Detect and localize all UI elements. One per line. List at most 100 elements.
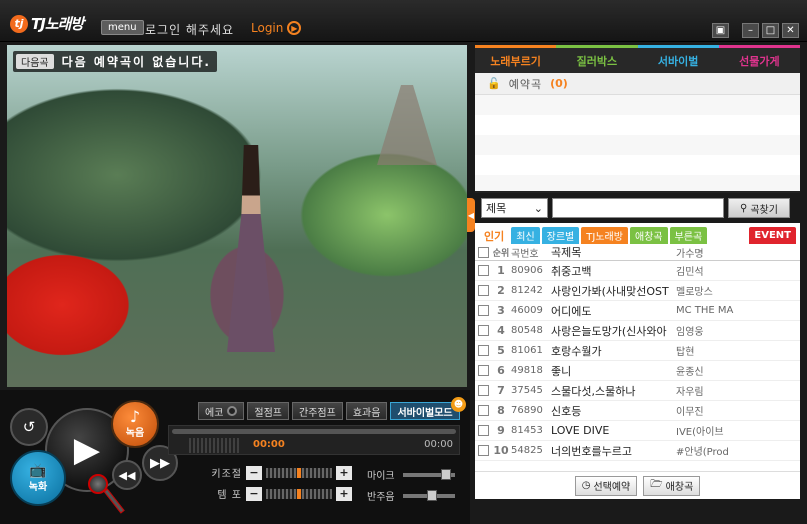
echo-label: 에코 xyxy=(205,407,224,419)
key-decrease-button[interactable]: − xyxy=(246,465,262,480)
song-checkbox[interactable] xyxy=(475,265,491,276)
record-button[interactable]: ♪ 녹음 xyxy=(111,400,159,448)
song-title[interactable]: 좋니 xyxy=(551,363,674,379)
echo-button[interactable]: 에코 xyxy=(198,402,245,420)
progress-bar[interactable] xyxy=(172,429,456,434)
close-icon[interactable]: ✕ xyxy=(782,23,799,38)
song-row[interactable]: 4 80548 사랑은늘도망가(신사와아 임영웅 xyxy=(475,321,800,341)
search-input[interactable] xyxy=(552,198,724,218)
song-number: 81453 xyxy=(511,425,543,436)
music-note-icon: ♪ xyxy=(129,407,141,426)
tempo-decrease-button[interactable]: − xyxy=(246,486,262,501)
song-title[interactable]: 취중고백 xyxy=(551,263,674,279)
song-checkbox[interactable] xyxy=(475,425,491,436)
play-icon: ▶ xyxy=(73,430,101,470)
tempo-increase-button[interactable]: + xyxy=(336,486,352,501)
song-title[interactable]: 사랑은늘도망가(신사와아 xyxy=(551,323,674,339)
menu-button[interactable]: menu xyxy=(101,20,144,35)
app-logo: tj TJ노래방 xyxy=(10,13,84,34)
mic-volume-knob[interactable] xyxy=(440,468,451,480)
tab-jilleo-box[interactable]: 질러박스 xyxy=(556,45,638,73)
reserve-button[interactable]: ◷ 선택예약 xyxy=(574,475,638,496)
fullscreen-icon[interactable]: ▣ xyxy=(712,23,729,38)
song-row[interactable]: 7 37545 스물다섯,스물하나 자우림 xyxy=(475,381,800,401)
video-record-button[interactable]: 📺 녹화 xyxy=(10,450,66,506)
echo-toggle-icon xyxy=(227,406,238,416)
song-rank: 10 xyxy=(493,444,509,457)
unlock-icon[interactable]: 🔓 xyxy=(487,77,501,90)
song-rank: 9 xyxy=(497,424,505,437)
playback-controls: ↺ ▶ ♪ 녹음 📺 녹화 ◀◀ ▶▶ 에코 절점프 간주점프 효과음 서바이벌… xyxy=(0,390,470,524)
song-row[interactable]: 6 49818 좋니 윤종신 xyxy=(475,361,800,381)
accompaniment-volume-knob[interactable] xyxy=(426,489,437,501)
filter-popular[interactable]: 인기 xyxy=(479,227,510,244)
undo-icon[interactable]: ↺ xyxy=(10,408,48,446)
minimize-icon[interactable]: – xyxy=(742,23,759,38)
chevron-down-icon: ⌄ xyxy=(533,201,543,215)
song-checkbox[interactable] xyxy=(475,385,491,396)
maximize-icon[interactable]: □ xyxy=(762,23,779,38)
add-favorite-button[interactable]: 🗁 애창곡 xyxy=(643,475,701,496)
song-row[interactable]: 10 54825 너의번호를누르고 #안녕(Prod xyxy=(475,441,800,461)
tab-gift-shop[interactable]: 선물가게 xyxy=(718,45,800,73)
song-title[interactable]: 어디에도 xyxy=(551,303,674,319)
filter-sung[interactable]: 부른곡 xyxy=(669,227,708,244)
queue-list[interactable] xyxy=(475,95,800,193)
song-checkbox[interactable] xyxy=(475,445,491,456)
accompaniment-volume: 반주음 xyxy=(367,488,455,503)
filter-genre[interactable]: 장르별 xyxy=(541,227,580,244)
equalizer-visual xyxy=(189,438,239,453)
search-button[interactable]: ⚲ 곡찾기 xyxy=(728,198,790,218)
song-checkbox[interactable] xyxy=(475,325,491,336)
song-row[interactable]: 8 76890 신호등 이무진 xyxy=(475,401,800,421)
key-increase-button[interactable]: + xyxy=(336,465,352,480)
song-row[interactable]: 1 80906 취중고백 김민석 xyxy=(475,261,800,281)
total-time: 00:00 xyxy=(424,439,453,450)
song-row[interactable]: 5 81061 호랑수월가 탑현 xyxy=(475,341,800,361)
panel-toggle-handle[interactable]: ◀ xyxy=(467,198,475,232)
tab-sing[interactable]: 노래부르기 xyxy=(475,45,557,73)
song-rank: 3 xyxy=(497,304,505,317)
number-column-header: 곡번호 xyxy=(511,248,539,260)
song-checkbox[interactable] xyxy=(475,285,491,296)
survival-mode-button[interactable]: 서바이벌모드 xyxy=(390,402,460,420)
song-title[interactable]: LOVE DIVE xyxy=(551,424,674,437)
select-all-checkbox[interactable] xyxy=(475,246,491,258)
key-adjust: 키조절 − + xyxy=(210,465,352,480)
microphone-handle xyxy=(103,488,125,514)
song-row[interactable]: 3 46009 어디에도 MC THE MA xyxy=(475,301,800,321)
tab-survival[interactable]: 서바이벌 xyxy=(637,45,719,73)
rewind-button[interactable]: ◀◀ xyxy=(112,460,142,490)
video-player[interactable]: 다음곡 다음 예약곡이 없습니다. xyxy=(7,45,467,387)
login-prompt: 로그인 해주세요 xyxy=(145,23,235,37)
accompaniment-volume-slider[interactable] xyxy=(402,489,455,501)
artist-column-header: 가수명 xyxy=(676,248,704,260)
song-checkbox[interactable] xyxy=(475,345,491,356)
verse-jump-button[interactable]: 절점프 xyxy=(247,402,290,420)
song-title[interactable]: 너의번호를누르고 xyxy=(551,443,674,459)
song-row[interactable]: 2 81242 사랑인가봐(사내맞선OST 멜로망스 xyxy=(475,281,800,301)
sound-effect-button[interactable]: 효과음 xyxy=(345,402,388,420)
song-title[interactable]: 사랑인가봐(사내맞선OST xyxy=(551,283,674,299)
search-field-select[interactable]: 제목 ⌄ xyxy=(481,198,548,218)
song-artist: 윤종신 xyxy=(676,367,704,378)
filter-event[interactable]: EVENT xyxy=(749,227,796,244)
song-list: 1 80906 취중고백 김민석 2 81242 사랑인가봐(사내맞선OST 멜로망스 3 460… xyxy=(475,261,800,461)
song-checkbox[interactable] xyxy=(475,305,491,316)
song-checkbox[interactable] xyxy=(475,405,491,416)
song-title[interactable]: 신호등 xyxy=(551,403,674,419)
tempo-adjust: 템 포 − + xyxy=(210,486,352,501)
filter-tj[interactable]: TJ노래방 xyxy=(581,227,628,244)
mic-volume-slider[interactable] xyxy=(402,468,455,480)
song-checkbox[interactable] xyxy=(475,365,491,376)
song-number: 80548 xyxy=(511,325,543,336)
filter-latest[interactable]: 최신 xyxy=(511,227,540,244)
song-title[interactable]: 호랑수월가 xyxy=(551,343,674,359)
filter-favorites[interactable]: 애창곡 xyxy=(629,227,668,244)
interlude-jump-button[interactable]: 간주점프 xyxy=(292,402,343,420)
login-link[interactable]: Login ▶ xyxy=(251,21,302,35)
song-row[interactable]: 9 81453 LOVE DIVE IVE(아이브 xyxy=(475,421,800,441)
mic-volume-label: 마이크 xyxy=(367,471,395,482)
song-title[interactable]: 스물다섯,스물하나 xyxy=(551,383,674,399)
song-number: 76890 xyxy=(511,405,543,416)
